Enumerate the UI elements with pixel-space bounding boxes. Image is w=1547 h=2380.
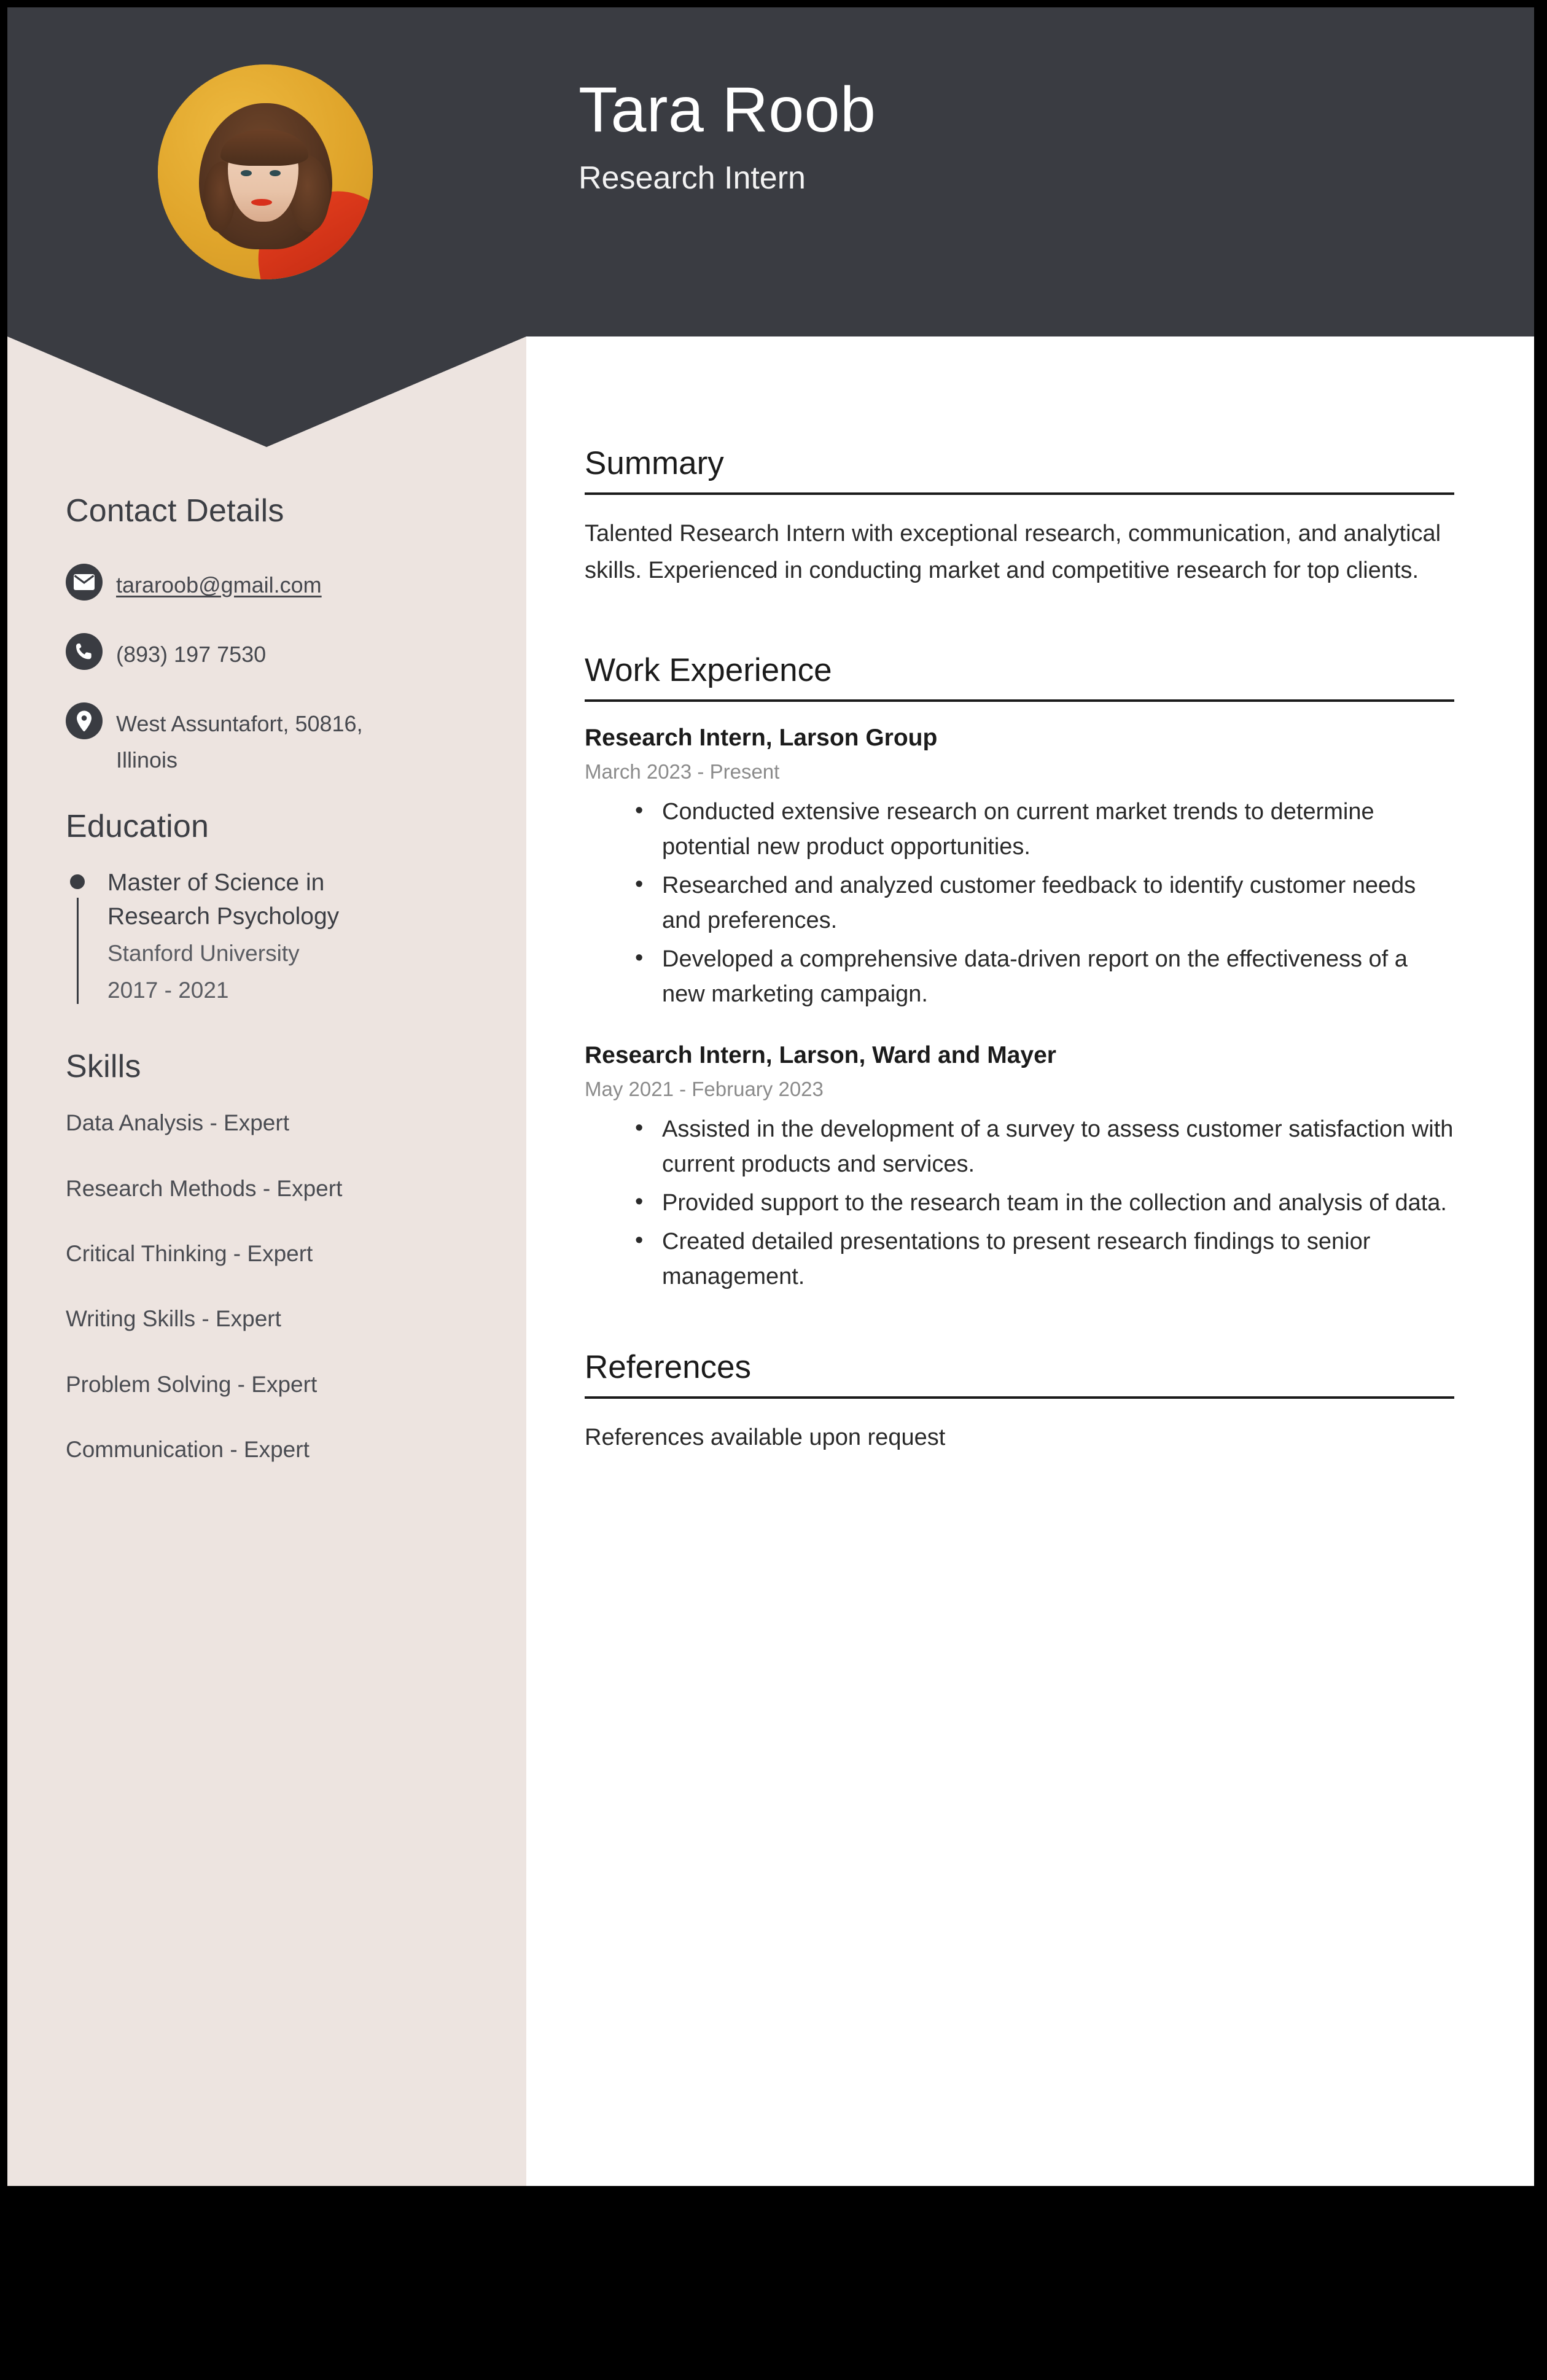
job-bullet: Assisted in the development of a survey … [635,1111,1454,1182]
skill-item: Writing Skills - Expert [66,1306,281,1332]
job-bullet: Conducted extensive research on current … [635,793,1454,865]
references-text: References available upon request [585,1425,946,1451]
job-bullet: Created detailed presentations to presen… [635,1223,1454,1294]
contact-item-phone[interactable]: (893) 197 7530 [66,632,468,673]
skill-item: Research Methods - Expert [66,1175,343,1201]
contact-phone-value: (893) 197 7530 [116,641,267,667]
references-section: References References available upon req… [585,1349,1454,1456]
contact-item-address: West Assuntafort, 50816, Illinois [66,702,468,779]
page-title: Tara Roob [579,74,876,146]
job-bullet: Developed a comprehensive data-driven re… [635,941,1454,1012]
education-heading: Education [66,809,209,844]
phone-icon [66,632,103,670]
skill-item: Critical Thinking - Expert [66,1241,313,1266]
header-job-title: Research Intern [579,160,806,196]
header-band: Tara Roob Research Intern [7,7,1534,336]
summary-section: Summary Talented Research Intern with ex… [585,445,1454,589]
job-bullet-list: Assisted in the development of a survey … [585,1111,1454,1294]
job-bullet-list: Conducted extensive research on current … [585,793,1454,1012]
main-content: Summary Talented Research Intern with ex… [526,336,1534,2186]
references-heading: References [585,1349,1454,1399]
job-title: Research Intern, Larson Group [585,725,938,752]
skill-item: Communication - Expert [66,1437,310,1463]
job-entry: Research Intern, Larson Group March 2023… [585,723,1454,1012]
job-bullet: Provided support to the research team in… [635,1184,1454,1221]
work-experience-heading: Work Experience [585,652,1454,702]
education-degree: Master of Science in Research Psychology [107,869,340,930]
avatar [158,64,373,279]
job-entry: Research Intern, Larson, Ward and Mayer … [585,1040,1454,1294]
header-notch-shape [7,336,526,447]
summary-text: Talented Research Intern with exceptiona… [585,521,1441,583]
job-dates: March 2023 - Present [585,760,780,783]
timeline-dot-icon [70,874,85,889]
skill-item: Problem Solving - Expert [66,1371,318,1397]
job-bullet: Researched and analyzed customer feedbac… [635,867,1454,938]
contact-details-heading: Contact Details [66,493,284,529]
job-dates: May 2021 - February 2023 [585,1077,824,1100]
contact-item-email[interactable]: tararoob@gmail.com [66,564,468,604]
skills-heading: Skills [66,1049,141,1085]
contact-email-value[interactable]: tararoob@gmail.com [116,564,322,604]
sidebar: Contact Details tararoob@gmail.com (893)… [7,336,526,2186]
summary-heading: Summary [585,445,1454,496]
timeline-line [77,898,79,1005]
work-experience-section: Work Experience Research Intern, Larson … [585,652,1454,1294]
education-item: Master of Science in Research Psychology… [66,866,468,1008]
location-pin-icon [66,702,103,739]
resume-page: Contact Details tararoob@gmail.com (893)… [7,7,1534,2186]
contact-address-value: West Assuntafort, 50816, Illinois [116,710,363,773]
profile-photo-icon [158,64,373,279]
envelope-icon [66,564,103,601]
skill-item: Data Analysis - Expert [66,1110,289,1136]
header-text-block: Tara Roob Research Intern [579,76,876,196]
job-title: Research Intern, Larson, Ward and Mayer [585,1042,1056,1068]
education-dates: 2017 - 2021 [107,977,229,1003]
education-school: Stanford University [107,940,300,966]
contact-list: tararoob@gmail.com (893) 197 7530 West A… [66,564,468,779]
skills-list: Data Analysis - Expert Research Methods … [66,1110,468,1463]
